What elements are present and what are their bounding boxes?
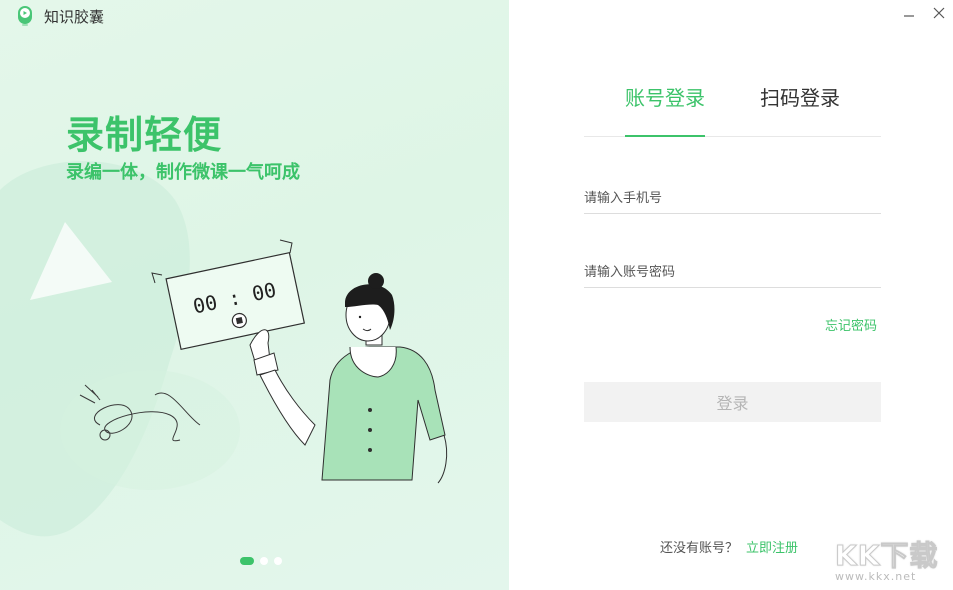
carousel-dot-1[interactable] — [240, 557, 254, 565]
close-button[interactable] — [927, 2, 951, 24]
login-panel: 账号登录 扫码登录 忘记密码 登录 还没有账号？ 立即注册 — [509, 0, 953, 590]
password-input[interactable] — [584, 258, 881, 287]
capsule-logo-icon — [14, 5, 36, 27]
app-header: 知识胶囊 — [14, 5, 104, 27]
no-account-text: 还没有账号？ — [660, 541, 739, 556]
register-link[interactable]: 立即注册 — [746, 537, 798, 556]
minimize-button[interactable] — [897, 2, 921, 24]
phone-field — [584, 184, 881, 214]
active-tab-indicator — [625, 135, 705, 137]
promo-panel: 知识胶囊 录制轻便 录编一体，制作微课一气呵成 00 : 00 — [0, 0, 509, 590]
carousel-dot-3[interactable] — [274, 557, 282, 565]
close-icon — [933, 7, 945, 19]
password-field — [584, 258, 881, 288]
forgot-password-link[interactable]: 忘记密码 — [825, 315, 877, 334]
tab-account-login[interactable]: 账号登录 — [625, 82, 705, 111]
promo-title: 录制轻便 — [66, 113, 223, 157]
recording-illustration: 00 : 00 — [79, 239, 448, 484]
login-button[interactable]: 登录 — [584, 382, 881, 422]
carousel-dot-2[interactable] — [260, 557, 268, 565]
watermark: KK下载 www.kkx.net — [834, 534, 939, 584]
tab-qr-login[interactable]: 扫码登录 — [760, 82, 840, 111]
login-tabs: 账号登录 扫码登录 — [584, 82, 881, 137]
carousel-dots — [240, 557, 282, 565]
watermark-logo: KK下载 — [834, 539, 939, 573]
phone-input[interactable] — [584, 184, 881, 213]
promo-subtitle: 录编一体，制作微课一气呵成 — [66, 162, 300, 183]
app-title: 知识胶囊 — [44, 7, 105, 26]
register-row: 还没有账号？ 立即注册 — [660, 537, 798, 556]
minimize-icon — [904, 15, 914, 17]
